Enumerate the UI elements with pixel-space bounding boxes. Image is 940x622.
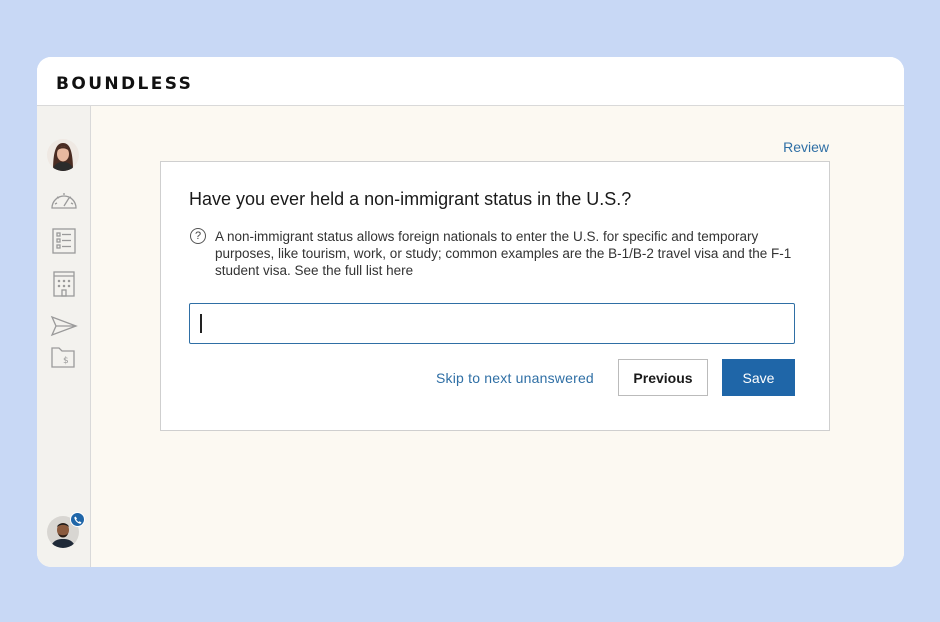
dashboard-gauge-icon[interactable]	[49, 186, 79, 216]
top-bar: BOUNDLESS	[37, 57, 904, 106]
phone-icon[interactable]	[70, 512, 85, 527]
folder-dollar-icon[interactable]: $	[49, 341, 79, 371]
question-mark-icon: ?	[190, 228, 206, 244]
user-avatar[interactable]	[47, 139, 79, 171]
building-icon[interactable]	[49, 268, 79, 298]
save-button[interactable]: Save	[722, 359, 795, 396]
svg-text:$: $	[63, 356, 69, 366]
text-caret	[200, 314, 202, 333]
app-window: BOUNDLESS $ Review Have you ever held a …	[37, 57, 904, 567]
main-content: Review Have you ever held a non-immigran…	[91, 106, 904, 567]
sidebar: $	[37, 106, 91, 567]
boundless-logo: BOUNDLESS	[56, 74, 194, 94]
checklist-icon[interactable]	[49, 226, 79, 256]
question-card: Have you ever held a non-immigrant statu…	[160, 161, 830, 431]
review-link[interactable]: Review	[783, 139, 829, 155]
previous-button[interactable]: Previous	[618, 359, 708, 396]
skip-to-next-unanswered-link[interactable]: Skip to next unanswered	[436, 370, 594, 386]
answer-input[interactable]	[189, 303, 795, 344]
help-text: A non-immigrant status allows foreign na…	[215, 229, 792, 278]
question-title: Have you ever held a non-immigrant statu…	[189, 189, 632, 209]
send-icon[interactable]	[49, 311, 79, 341]
